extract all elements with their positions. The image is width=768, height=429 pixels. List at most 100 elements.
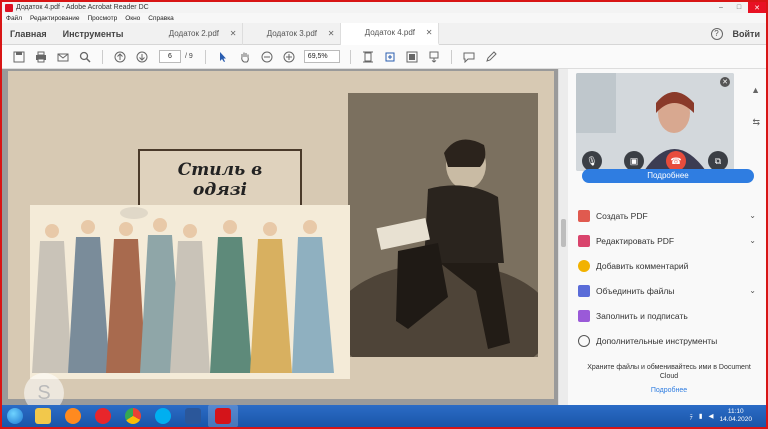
meeting-overlay-icon: S xyxy=(24,373,64,405)
close-tab-icon[interactable]: ✕ xyxy=(426,28,433,37)
tool-label: Создать PDF xyxy=(596,210,648,221)
window-controls: – □ ✕ xyxy=(712,2,766,13)
signin-button[interactable]: Войти xyxy=(733,29,760,39)
windows-logo-icon xyxy=(7,408,23,424)
tools-panel: ✕ 🎙 ▣ ☎ ⧉ ▲ ⇆ Подробнее Создать PDF ⌄ Ре… xyxy=(568,69,766,405)
menu-bar: Файл Редактирование Просмотр Окно Справк… xyxy=(2,13,766,23)
zoom-level-select[interactable]: 69,5% xyxy=(303,50,340,63)
prev-page-icon[interactable] xyxy=(113,50,127,64)
clock[interactable]: 11:10 14.04.2020 xyxy=(719,408,752,424)
taskbar-acrobat[interactable] xyxy=(208,405,238,427)
taskbar-opera[interactable] xyxy=(88,405,118,427)
pdf-page: Стиль в одязі S xyxy=(8,71,554,405)
print-icon[interactable] xyxy=(34,50,48,64)
cloud-text: Храните файлы и обменивайтесь ими в Docu… xyxy=(587,364,751,380)
end-call-icon[interactable]: ☎ xyxy=(666,151,686,171)
title-bar: Додаток 4.pdf - Adobe Acrobat Reader DC … xyxy=(2,2,766,13)
menu-edit[interactable]: Редактирование xyxy=(30,15,80,22)
close-tab-icon[interactable]: ✕ xyxy=(230,29,237,38)
taskbar-chrome[interactable] xyxy=(118,405,148,427)
doc-tab-3[interactable]: Додаток 3.pdf ✕ xyxy=(243,22,342,45)
portrait-photo xyxy=(348,93,538,357)
taskbar-explorer[interactable] xyxy=(28,405,58,427)
window-title: Додаток 4.pdf - Adobe Acrobat Reader DC xyxy=(16,4,149,11)
search-icon[interactable] xyxy=(78,50,92,64)
doc-tab-2[interactable]: Додаток 2.pdf ✕ xyxy=(145,22,244,45)
doc-tab-label: Додаток 4.pdf xyxy=(364,28,416,37)
comment-icon[interactable] xyxy=(462,50,476,64)
vertical-scrollbar[interactable] xyxy=(558,69,568,405)
page-number-input[interactable]: 6 xyxy=(159,50,181,63)
plus-circle-icon xyxy=(578,334,590,347)
switch-view-icon[interactable]: ⧉ xyxy=(708,151,728,171)
taskbar-word[interactable] xyxy=(178,405,208,427)
video-call-window[interactable]: ✕ 🎙 ▣ ☎ ⧉ xyxy=(576,73,734,171)
doc-tab-label: Додаток 2.pdf xyxy=(168,29,220,38)
microphone-icon[interactable]: 🎙 xyxy=(582,151,602,171)
slide-title-box: Стиль в одязі xyxy=(138,149,302,211)
tab-bar: Главная Инструменты Додаток 2.pdf ✕ Дода… xyxy=(2,22,766,45)
save-icon[interactable] xyxy=(12,50,26,64)
more-info-button[interactable]: Подробнее xyxy=(582,169,754,183)
comment-bubble-icon xyxy=(578,259,590,272)
mail-icon[interactable] xyxy=(56,50,70,64)
chevron-down-icon[interactable]: ⌄ xyxy=(749,286,756,295)
tool-fill-sign[interactable]: Заполнить и подписать xyxy=(578,303,760,328)
collapse-panel-icon[interactable]: ▲ xyxy=(751,85,760,95)
keyboard-layout[interactable]: ﾃ xyxy=(690,411,693,421)
camera-icon[interactable]: ▣ xyxy=(624,151,644,171)
word-icon xyxy=(185,408,201,424)
opera-icon xyxy=(95,408,111,424)
start-button[interactable] xyxy=(2,405,28,427)
tab-home[interactable]: Главная xyxy=(2,29,55,39)
tool-more-tools[interactable]: Дополнительные инструменты xyxy=(578,328,760,353)
scrollbar-thumb[interactable] xyxy=(561,219,566,247)
cloud-learn-more-link[interactable]: Подробнее xyxy=(578,386,760,395)
fullscreen-icon[interactable] xyxy=(405,50,419,64)
next-page-icon[interactable] xyxy=(135,50,149,64)
volume-icon[interactable]: ◀ xyxy=(708,412,713,420)
doc-tab-label: Додаток 3.pdf xyxy=(266,29,318,38)
tools-list: Создать PDF ⌄ Редактировать PDF ⌄ Добави… xyxy=(578,203,760,353)
firefox-icon xyxy=(65,408,81,424)
close-window-button[interactable]: ✕ xyxy=(748,2,766,13)
tool-combine-files[interactable]: Объединить файлы ⌄ xyxy=(578,278,760,303)
panel-option-icon[interactable]: ⇆ xyxy=(752,117,760,128)
chevron-down-icon[interactable]: ⌄ xyxy=(749,211,756,220)
menu-view[interactable]: Просмотр xyxy=(88,15,118,22)
hand-tool-icon[interactable] xyxy=(238,50,252,64)
taskbar-firefox[interactable] xyxy=(58,405,88,427)
create-pdf-icon xyxy=(578,209,590,222)
tool-edit-pdf[interactable]: Редактировать PDF ⌄ xyxy=(578,228,760,253)
minimize-button[interactable]: – xyxy=(712,2,730,13)
skype-icon xyxy=(155,408,171,424)
folder-icon xyxy=(35,408,51,424)
close-video-icon[interactable]: ✕ xyxy=(720,77,730,87)
chrome-icon xyxy=(125,408,141,424)
combine-files-icon xyxy=(578,284,590,297)
tab-tools[interactable]: Инструменты xyxy=(55,29,132,39)
menu-file[interactable]: Файл xyxy=(6,15,22,22)
help-icon[interactable]: ? xyxy=(710,27,723,40)
zoom-in-icon[interactable] xyxy=(282,50,296,64)
document-viewport[interactable]: Стиль в одязі S xyxy=(2,69,558,405)
pen-icon[interactable] xyxy=(484,50,498,64)
taskbar-skype[interactable] xyxy=(148,405,178,427)
scroll-mode-icon[interactable] xyxy=(427,50,441,64)
menu-help[interactable]: Справка xyxy=(148,15,174,22)
fit-page-icon[interactable] xyxy=(361,50,375,64)
chevron-down-icon[interactable]: ⌄ xyxy=(749,236,756,245)
maximize-button[interactable]: □ xyxy=(730,2,748,13)
tool-create-pdf[interactable]: Создать PDF ⌄ xyxy=(578,203,760,228)
zoom-out-icon[interactable] xyxy=(260,50,274,64)
select-cursor-icon[interactable] xyxy=(216,50,230,64)
doc-tab-4[interactable]: Додаток 4.pdf ✕ xyxy=(341,22,440,45)
rotate-icon[interactable] xyxy=(383,50,397,64)
tool-add-comment[interactable]: Добавить комментарий xyxy=(578,253,760,278)
tool-label: Объединить файлы xyxy=(596,285,675,296)
toolbar: 6 / 9 69,5% xyxy=(2,45,766,69)
network-icon[interactable]: ▮ xyxy=(699,412,703,420)
menu-window[interactable]: Окно xyxy=(125,15,140,22)
tool-label: Редактировать PDF xyxy=(596,235,675,246)
close-tab-icon[interactable]: ✕ xyxy=(328,29,335,38)
